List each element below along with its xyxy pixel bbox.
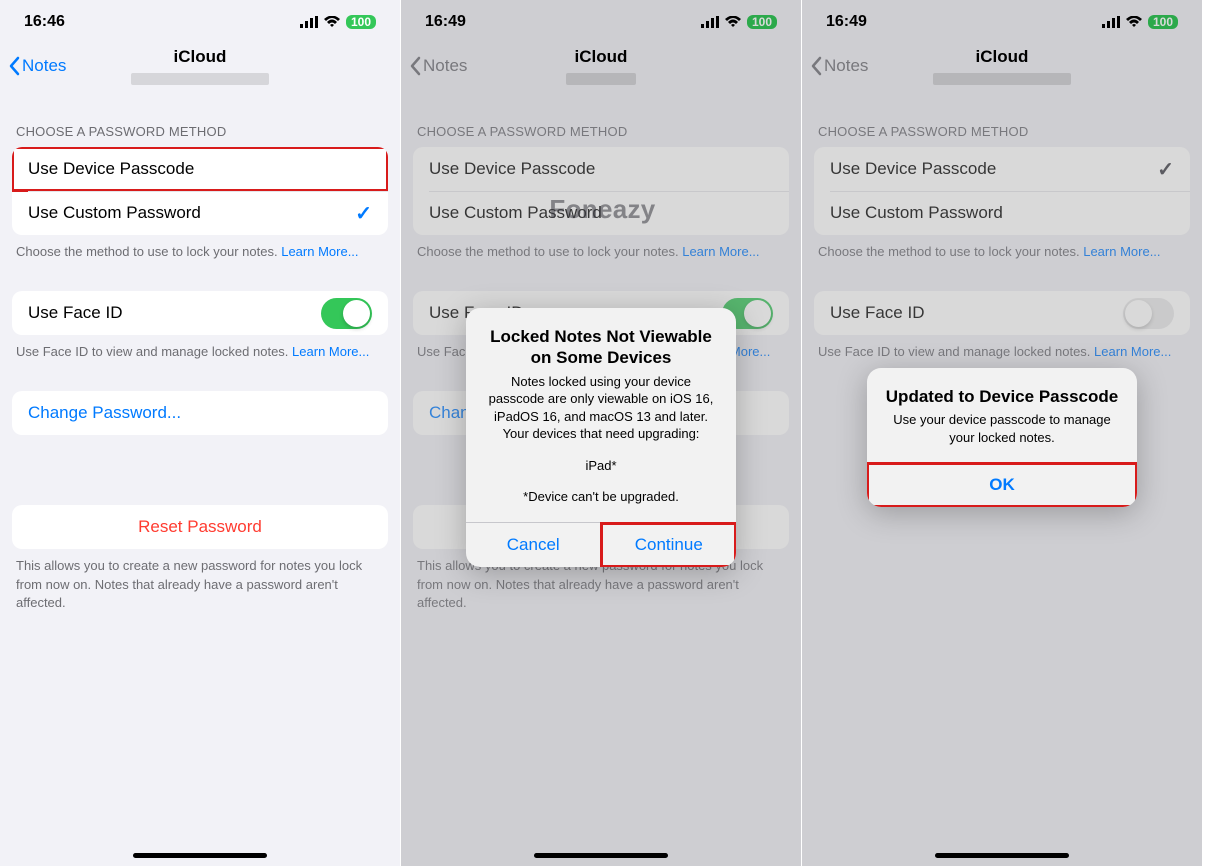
home-indicator[interactable] <box>935 853 1069 858</box>
screenshot-1: 16:46 100 Notes iCloud CHOOSE A PASSWORD… <box>0 0 401 866</box>
method-caption: Choose the method to use to lock your no… <box>802 235 1202 261</box>
section-header-password-method: CHOOSE A PASSWORD METHOD <box>0 124 400 147</box>
nav-bar: Notes iCloud <box>802 44 1202 88</box>
password-method-group: Use Device Passcode Use Custom Password … <box>12 147 388 235</box>
back-label: Notes <box>824 56 868 76</box>
alert-cancel-button[interactable]: Cancel <box>466 523 601 567</box>
cellular-icon <box>701 16 719 28</box>
status-time: 16:49 <box>425 13 466 31</box>
method-caption: Choose the method to use to lock your no… <box>0 235 400 261</box>
row-use-custom-password[interactable]: Use Custom Password <box>814 191 1190 235</box>
reset-password-group: Reset Password <box>12 505 388 549</box>
reset-caption: This allows you to create a new password… <box>0 549 400 612</box>
row-label: Use Custom Password <box>28 203 201 223</box>
alert-ok-button[interactable]: OK <box>867 463 1137 507</box>
nav-subtitle-redacted <box>933 73 1071 85</box>
row-label: Use Custom Password <box>429 203 602 223</box>
wifi-icon <box>725 16 741 28</box>
nav-bar: Notes iCloud <box>401 44 801 88</box>
row-use-face-id: Use Face ID <box>814 291 1190 335</box>
back-label: Notes <box>423 56 467 76</box>
row-label: Use Device Passcode <box>28 159 194 179</box>
chevron-left-icon <box>810 56 822 76</box>
wifi-icon <box>324 16 340 28</box>
learn-more-link[interactable]: Learn More... <box>1083 244 1160 259</box>
learn-more-link[interactable]: Learn More... <box>292 344 369 359</box>
learn-more-link[interactable]: Learn More... <box>1094 344 1171 359</box>
checkmark-icon: ✓ <box>1157 157 1174 182</box>
face-id-switch[interactable] <box>321 298 372 329</box>
row-use-custom-password[interactable]: Use Custom Password ✓ <box>12 191 388 235</box>
back-button[interactable]: Notes <box>802 56 868 76</box>
alert-updated-passcode: Updated to Device Passcode Use your devi… <box>867 368 1137 507</box>
row-use-device-passcode[interactable]: Use Device Passcode <box>413 147 789 191</box>
battery-badge: 100 <box>346 15 376 29</box>
screenshot-3: 16:49 100 Notes iCloud CHOOSE A PASSWORD… <box>802 0 1203 866</box>
row-label: Use Face ID <box>28 303 122 323</box>
chevron-left-icon <box>8 56 20 76</box>
learn-more-link[interactable]: Learn More... <box>281 244 358 259</box>
faceid-caption: Use Face ID to view and manage locked no… <box>802 335 1202 361</box>
back-button[interactable]: Notes <box>401 56 467 76</box>
nav-subtitle-redacted <box>131 73 269 85</box>
home-indicator[interactable] <box>133 853 267 858</box>
row-label: Use Device Passcode <box>830 159 996 179</box>
row-change-password[interactable]: Change Password... <box>12 391 388 435</box>
section-header-password-method: CHOOSE A PASSWORD METHOD <box>802 124 1202 147</box>
change-password-group: Change Password... <box>12 391 388 435</box>
status-time: 16:49 <box>826 13 867 31</box>
battery-badge: 100 <box>747 15 777 29</box>
section-header-password-method: CHOOSE A PASSWORD METHOD <box>401 124 801 147</box>
row-reset-password[interactable]: Reset Password <box>12 505 388 549</box>
learn-more-link[interactable]: Learn More... <box>682 244 759 259</box>
password-method-group: Use Device Passcode ✓ Use Custom Passwor… <box>814 147 1190 235</box>
status-bar: 16:49 100 <box>401 0 801 44</box>
checkmark-icon: ✓ <box>355 201 372 226</box>
faceid-caption: Use Face ID to view and manage locked no… <box>0 335 400 361</box>
face-id-switch[interactable] <box>1123 298 1174 329</box>
back-label: Notes <box>22 56 66 76</box>
password-method-group: Use Device Passcode Use Custom Password <box>413 147 789 235</box>
row-use-face-id: Use Face ID <box>12 291 388 335</box>
alert-locked-notes: Locked Notes Not Viewable on Some Device… <box>466 308 736 567</box>
screenshot-2: 16:49 100 Notes iCloud CHOOSE A PASSWORD… <box>401 0 802 866</box>
row-label: Use Custom Password <box>830 203 1003 223</box>
status-bar: 16:46 100 <box>0 0 400 44</box>
method-caption: Choose the method to use to lock your no… <box>401 235 801 261</box>
alert-message: Use your device passcode to manage your … <box>883 411 1121 446</box>
status-bar: 16:49 100 <box>802 0 1202 44</box>
home-indicator[interactable] <box>534 853 668 858</box>
nav-bar: Notes iCloud <box>0 44 400 88</box>
row-label: Use Device Passcode <box>429 159 595 179</box>
faceid-group: Use Face ID <box>12 291 388 335</box>
row-use-device-passcode[interactable]: Use Device Passcode ✓ <box>814 147 1190 191</box>
status-time: 16:46 <box>24 13 65 31</box>
row-label: Change Password... <box>28 403 181 423</box>
alert-title: Updated to Device Passcode <box>883 386 1121 407</box>
alert-continue-button[interactable]: Continue <box>601 523 737 567</box>
cellular-icon <box>300 16 318 28</box>
chevron-left-icon <box>409 56 421 76</box>
back-button[interactable]: Notes <box>0 56 66 76</box>
row-label: Reset Password <box>138 517 262 537</box>
alert-message: Notes locked using your device passcode … <box>482 373 720 506</box>
wifi-icon <box>1126 16 1142 28</box>
row-label: Use Face ID <box>830 303 924 323</box>
nav-subtitle-redacted <box>566 73 636 85</box>
alert-title: Locked Notes Not Viewable on Some Device… <box>482 326 720 369</box>
cellular-icon <box>1102 16 1120 28</box>
row-use-custom-password[interactable]: Use Custom Password <box>413 191 789 235</box>
row-use-device-passcode[interactable]: Use Device Passcode <box>12 147 388 191</box>
battery-badge: 100 <box>1148 15 1178 29</box>
faceid-group: Use Face ID <box>814 291 1190 335</box>
